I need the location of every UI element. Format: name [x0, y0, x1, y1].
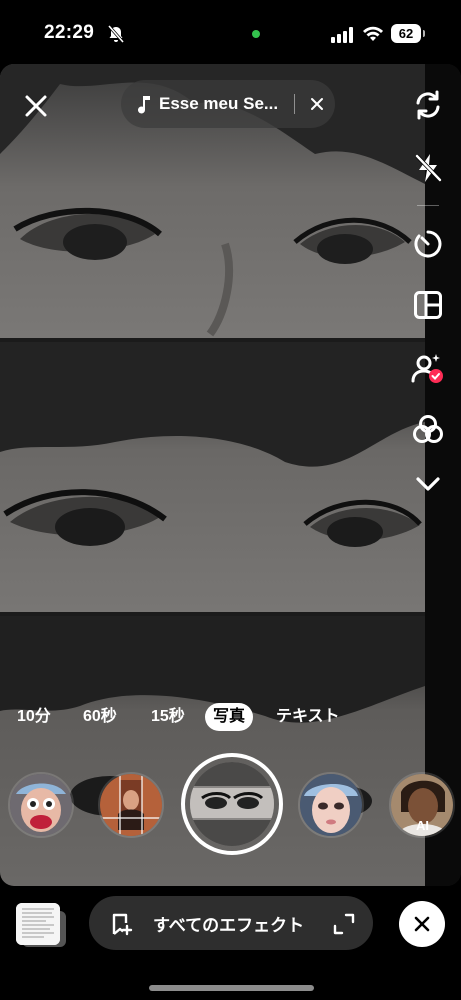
gallery-thumbnail[interactable] — [16, 903, 60, 945]
effect-thumbnail — [10, 774, 72, 836]
layout-icon — [414, 291, 442, 319]
retouch-button[interactable] — [410, 351, 446, 387]
add-sound-pill[interactable]: Esse meu Se... — [121, 80, 335, 128]
more-tools-button[interactable] — [410, 466, 446, 502]
tab-60sec[interactable]: 60秒 — [83, 703, 117, 731]
flash-button[interactable] — [410, 150, 446, 186]
effect-ai-portrait[interactable]: AI — [389, 772, 455, 838]
sound-title: Esse meu Se... — [159, 94, 279, 113]
close-icon[interactable] — [22, 92, 50, 120]
bookmark-add-icon — [112, 913, 133, 936]
all-effects-button[interactable]: すべてのエフェクト — [89, 896, 373, 950]
signal-icon — [331, 27, 353, 43]
filters-button[interactable] — [410, 412, 446, 448]
all-effects-label: すべてのエフェクト — [153, 916, 305, 935]
flip-camera-icon — [416, 90, 440, 120]
tab-text[interactable]: テキスト — [276, 703, 340, 731]
flip-camera-button[interactable] — [410, 87, 446, 123]
effect-thumbnail — [100, 774, 162, 836]
document-thumbnail — [16, 903, 60, 945]
timer-icon — [414, 230, 442, 258]
flash-off-icon — [415, 154, 442, 182]
close-icon — [414, 916, 430, 932]
tab-photo[interactable]: 写真 — [205, 703, 254, 731]
wifi-icon — [363, 26, 383, 41]
tab-10min[interactable]: 10分 — [17, 703, 51, 731]
status-bar: 22:29 62 — [0, 0, 461, 64]
effect-selected-eyes[interactable] — [190, 762, 274, 846]
timer-button[interactable] — [410, 226, 446, 262]
effect-doll-face[interactable] — [298, 772, 364, 838]
pill-divider — [294, 94, 295, 114]
music-note-icon — [138, 96, 150, 114]
chevron-down-icon — [416, 477, 440, 491]
tool-divider — [417, 205, 439, 206]
home-indicator[interactable] — [149, 985, 314, 991]
cancel-effect-button[interactable] — [399, 901, 445, 947]
filters-icon — [413, 415, 443, 443]
tab-15sec[interactable]: 15秒 — [151, 703, 185, 731]
preview-band-middle — [0, 342, 425, 612]
remove-sound-icon[interactable] — [309, 96, 325, 112]
effect-clown-face[interactable] — [8, 772, 74, 838]
status-time: 22:29 — [44, 22, 95, 43]
effect-photo-grid[interactable] — [98, 772, 164, 838]
capture-mode-tabs: 10分 60秒 15秒 写真 テキスト — [0, 703, 461, 733]
effect-thumbnail — [300, 774, 362, 836]
expand-icon — [333, 913, 355, 935]
privacy-indicator-dot — [252, 30, 260, 38]
face-retouch-icon — [411, 354, 443, 383]
ai-badge: AI — [416, 818, 429, 833]
silent-bell-icon — [107, 25, 125, 43]
layout-button[interactable] — [410, 287, 446, 323]
effect-thumbnail — [190, 762, 274, 846]
battery-indicator: 62 — [391, 24, 425, 43]
